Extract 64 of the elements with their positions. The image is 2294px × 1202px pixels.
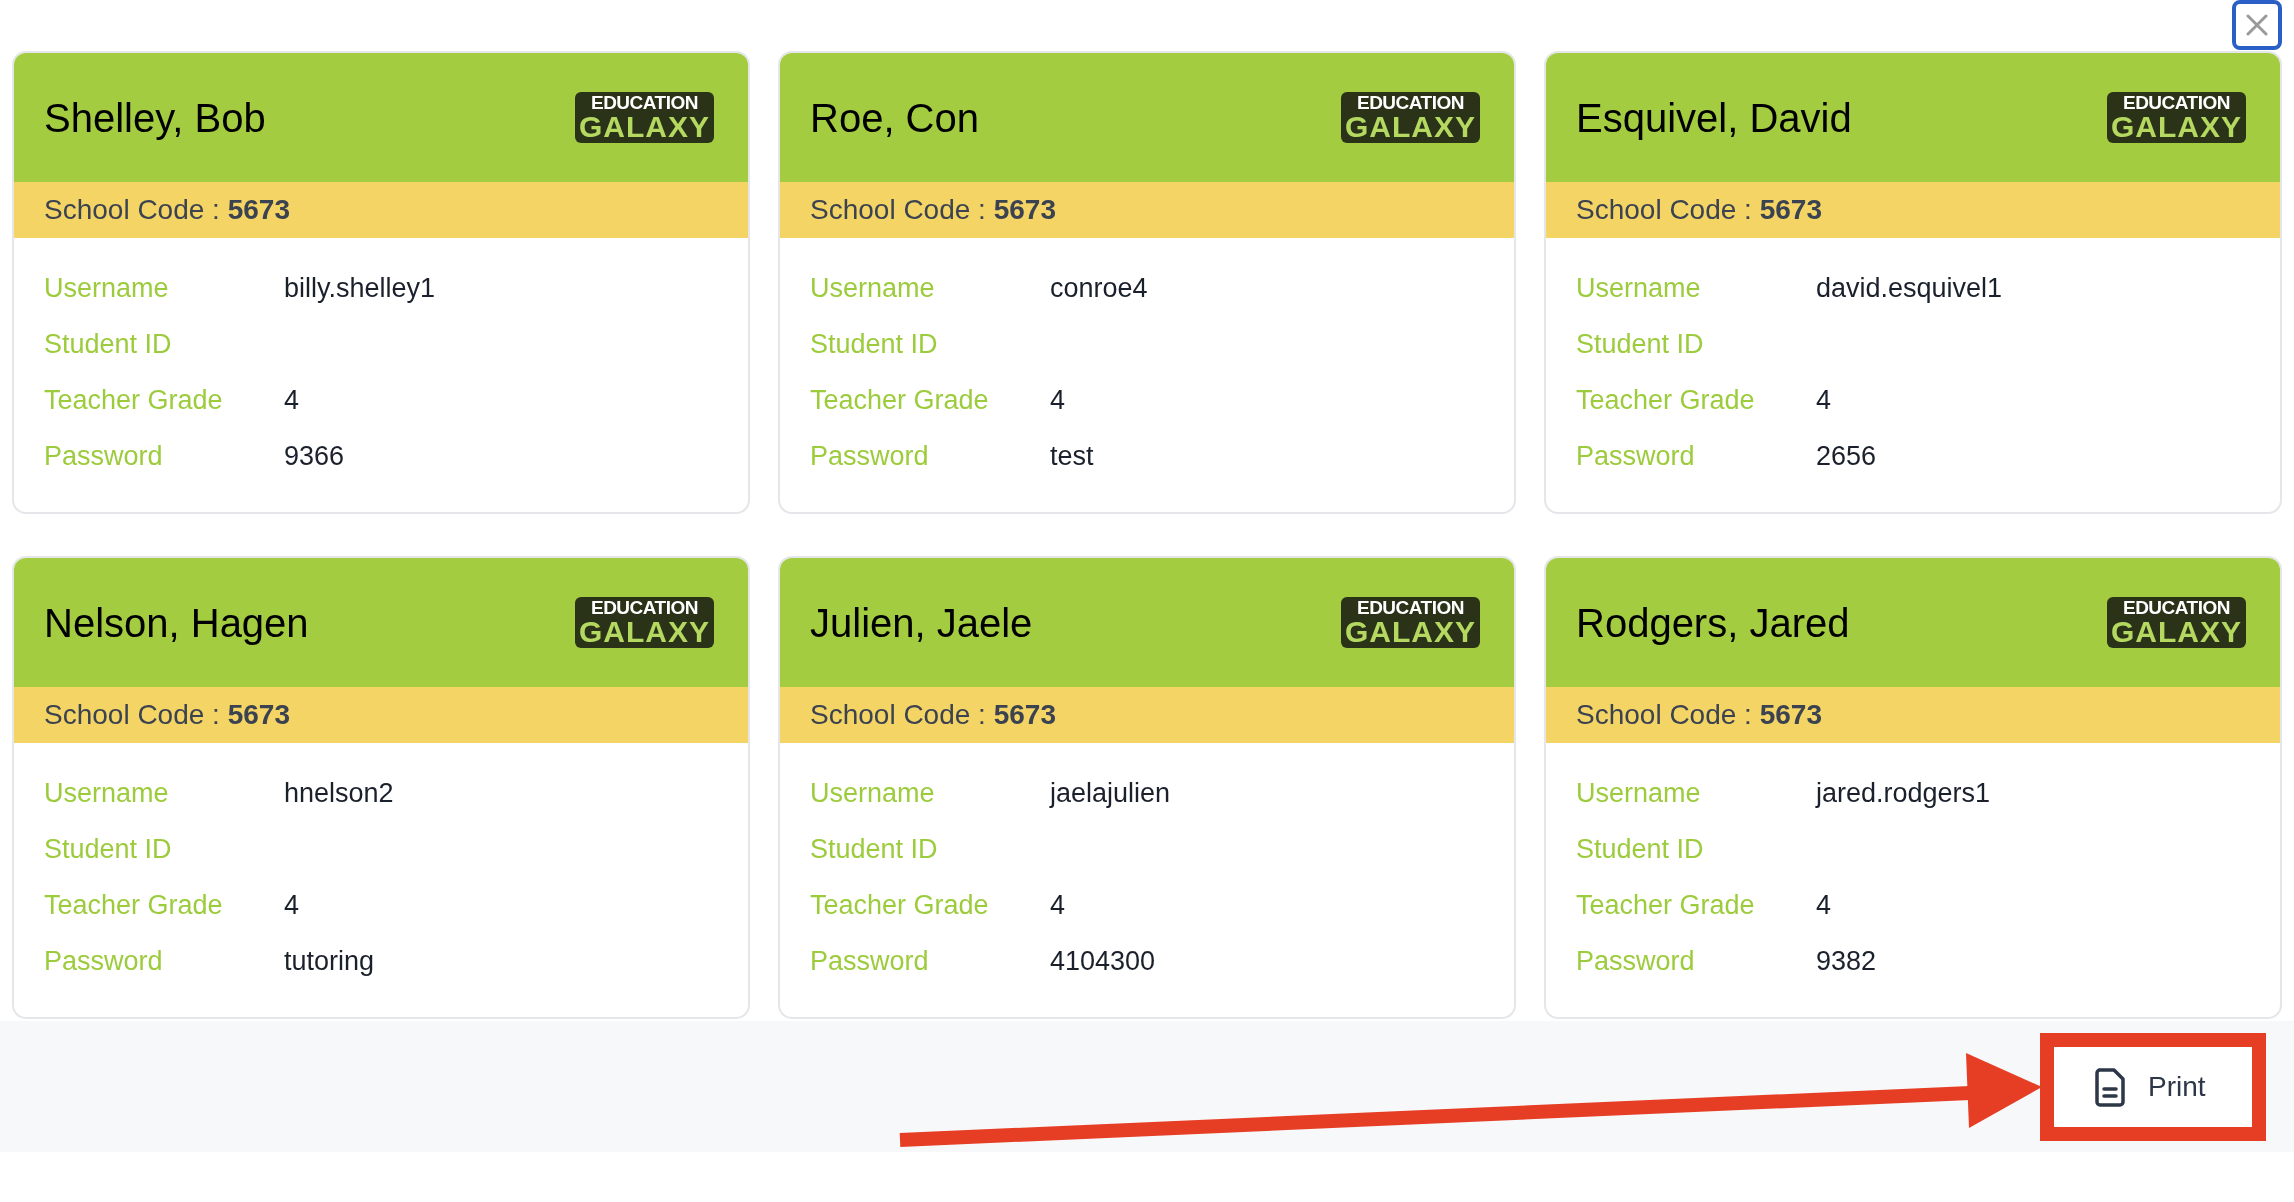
student-name: Julien, Jaele bbox=[810, 599, 1033, 647]
field-value: tutoring bbox=[284, 944, 375, 978]
logo: EDUCATION GALAXY bbox=[575, 597, 714, 648]
field-label: Teacher Grade bbox=[810, 888, 990, 922]
field-label: Password bbox=[810, 439, 930, 473]
logo: EDUCATION GALAXY bbox=[2107, 92, 2246, 143]
field-label: Password bbox=[1576, 944, 1696, 978]
field-value: 4 bbox=[1816, 383, 1832, 417]
field-value: 9382 bbox=[1816, 944, 1877, 978]
school-code: School Code : 5673 bbox=[1576, 698, 1822, 732]
field-value: 4 bbox=[1050, 383, 1066, 417]
document-icon bbox=[2094, 1066, 2126, 1107]
field-label: Password bbox=[810, 944, 930, 978]
field-value: test bbox=[1050, 439, 1094, 473]
field-label: Username bbox=[44, 271, 170, 305]
logo: EDUCATION GALAXY bbox=[2107, 597, 2246, 648]
field-label: Username bbox=[44, 776, 170, 810]
field-label: Teacher Grade bbox=[1576, 383, 1756, 417]
field-value: 2656 bbox=[1816, 439, 1877, 473]
student-name: Shelley, Bob bbox=[44, 94, 266, 142]
field-value: 4 bbox=[284, 888, 300, 922]
field-value: hnelson2 bbox=[284, 776, 394, 810]
student-name: Roe, Con bbox=[810, 94, 979, 142]
field-label: Teacher Grade bbox=[1576, 888, 1756, 922]
field-value: billy.shelley1 bbox=[284, 271, 436, 305]
student-name: Nelson, Hagen bbox=[44, 599, 309, 647]
field-label: Password bbox=[1576, 439, 1696, 473]
school-code: School Code : 5673 bbox=[44, 193, 290, 227]
field-value: 4 bbox=[1816, 888, 1832, 922]
field-value: conroe4 bbox=[1050, 271, 1148, 305]
field-label: Password bbox=[44, 439, 164, 473]
field-value: 4 bbox=[1050, 888, 1066, 922]
field-label: Student ID bbox=[44, 327, 173, 361]
student-name: Rodgers, Jared bbox=[1576, 599, 1850, 647]
field-label: Username bbox=[810, 776, 936, 810]
field-value: jared.rodgers1 bbox=[1816, 776, 1991, 810]
field-label: Password bbox=[44, 944, 164, 978]
field-value: 4104300 bbox=[1050, 944, 1156, 978]
field-label: Student ID bbox=[1576, 327, 1705, 361]
logo: EDUCATION GALAXY bbox=[1341, 92, 1480, 143]
field-value: jaelajulien bbox=[1050, 776, 1171, 810]
close-icon bbox=[2246, 14, 2268, 36]
field-label: Student ID bbox=[44, 832, 173, 866]
school-code: School Code : 5673 bbox=[44, 698, 290, 732]
field-label: Student ID bbox=[810, 832, 939, 866]
student-name: Esquivel, David bbox=[1576, 94, 1852, 142]
logo: EDUCATION GALAXY bbox=[1341, 597, 1480, 648]
field-value: 4 bbox=[284, 383, 300, 417]
field-label: Student ID bbox=[1576, 832, 1705, 866]
field-label: Username bbox=[1576, 776, 1702, 810]
field-label: Username bbox=[1576, 271, 1702, 305]
field-label: Teacher Grade bbox=[44, 383, 224, 417]
field-value: 9366 bbox=[284, 439, 345, 473]
field-label: Teacher Grade bbox=[810, 383, 990, 417]
school-code: School Code : 5673 bbox=[1576, 193, 1822, 227]
logo: EDUCATION GALAXY bbox=[575, 92, 714, 143]
school-code: School Code : 5673 bbox=[810, 193, 1056, 227]
field-value: david.esquivel1 bbox=[1816, 271, 2003, 305]
field-label: Teacher Grade bbox=[44, 888, 224, 922]
close-button[interactable] bbox=[2232, 0, 2282, 50]
print-button[interactable]: Print bbox=[2054, 1046, 2252, 1127]
field-label: Username bbox=[810, 271, 936, 305]
school-code: School Code : 5673 bbox=[810, 698, 1056, 732]
field-label: Student ID bbox=[810, 327, 939, 361]
